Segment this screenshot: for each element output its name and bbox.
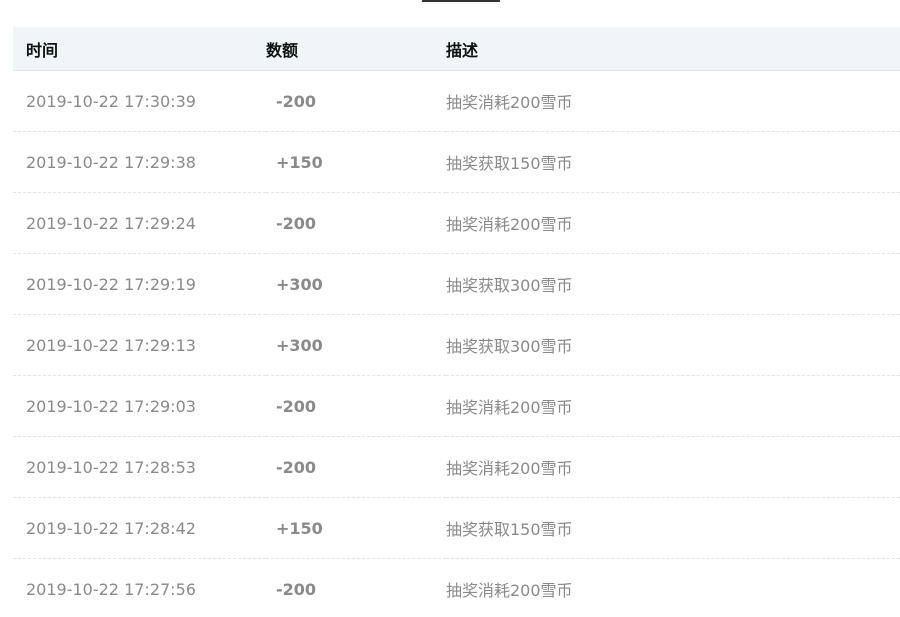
row-amount: +300	[266, 314, 446, 376]
row-time: 2019-10-22 17:29:19	[13, 253, 266, 315]
row-time: 2019-10-22 17:29:13	[13, 314, 266, 376]
table-row: 2019-10-22 17:29:03 -200 抽奖消耗200雪币	[13, 375, 900, 437]
table-row: 2019-10-22 17:28:42 +150 抽奖获取150雪币	[13, 497, 900, 559]
column-header-description: 描述	[446, 27, 900, 71]
row-description: 抽奖获取150雪币	[446, 131, 900, 193]
row-amount: -200	[266, 436, 446, 498]
row-time: 2019-10-22 17:30:39	[13, 70, 266, 132]
row-amount: -200	[266, 375, 446, 437]
row-amount: -200	[266, 70, 446, 132]
column-header-amount: 数额	[266, 27, 446, 71]
row-description: 抽奖消耗200雪币	[446, 192, 900, 254]
row-amount: +150	[266, 131, 446, 193]
table-row: 2019-10-22 17:28:53 -200 抽奖消耗200雪币	[13, 436, 900, 498]
row-time: 2019-10-22 17:29:03	[13, 375, 266, 437]
row-amount: +150	[266, 497, 446, 559]
row-time: 2019-10-22 17:28:53	[13, 436, 266, 498]
table-row: 2019-10-22 17:29:24 -200 抽奖消耗200雪币	[13, 192, 900, 254]
table-row: 2019-10-22 17:29:19 +300 抽奖获取300雪币	[13, 253, 900, 315]
row-time: 2019-10-22 17:28:42	[13, 497, 266, 559]
transaction-history-page: 时间 数额 描述 2019-10-22 17:30:39 -200 抽奖消耗20…	[0, 0, 900, 617]
table-header-row: 时间 数额 描述	[13, 27, 900, 71]
table-row: 2019-10-22 17:29:13 +300 抽奖获取300雪币	[13, 314, 900, 376]
row-time: 2019-10-22 17:29:38	[13, 131, 266, 193]
row-amount: +300	[266, 253, 446, 315]
row-description: 抽奖消耗200雪币	[446, 375, 900, 437]
row-description: 抽奖消耗200雪币	[446, 70, 900, 132]
row-description: 抽奖获取300雪币	[446, 253, 900, 315]
active-tab-indicator	[422, 0, 500, 2]
table-row: 2019-10-22 17:27:56 -200 抽奖消耗200雪币	[13, 559, 900, 617]
table-row: 2019-10-22 17:29:38 +150 抽奖获取150雪币	[13, 131, 900, 193]
row-description: 抽奖获取150雪币	[446, 497, 900, 559]
transaction-table: 时间 数额 描述 2019-10-22 17:30:39 -200 抽奖消耗20…	[13, 27, 900, 617]
row-description: 抽奖消耗200雪币	[446, 581, 573, 600]
row-description: 抽奖获取300雪币	[446, 314, 900, 376]
row-time: 2019-10-22 17:29:24	[13, 192, 266, 254]
row-amount: -200	[266, 192, 446, 254]
column-header-time: 时间	[13, 27, 266, 71]
row-description: 抽奖消耗200雪币	[446, 436, 900, 498]
row-amount: -200	[276, 579, 317, 599]
table-body: 2019-10-22 17:30:39 -200 抽奖消耗200雪币 2019-…	[13, 70, 900, 617]
table-header: 时间 数额 描述	[13, 27, 900, 71]
table-row: 2019-10-22 17:30:39 -200 抽奖消耗200雪币	[13, 70, 900, 132]
row-time: 2019-10-22 17:27:56	[26, 579, 196, 599]
